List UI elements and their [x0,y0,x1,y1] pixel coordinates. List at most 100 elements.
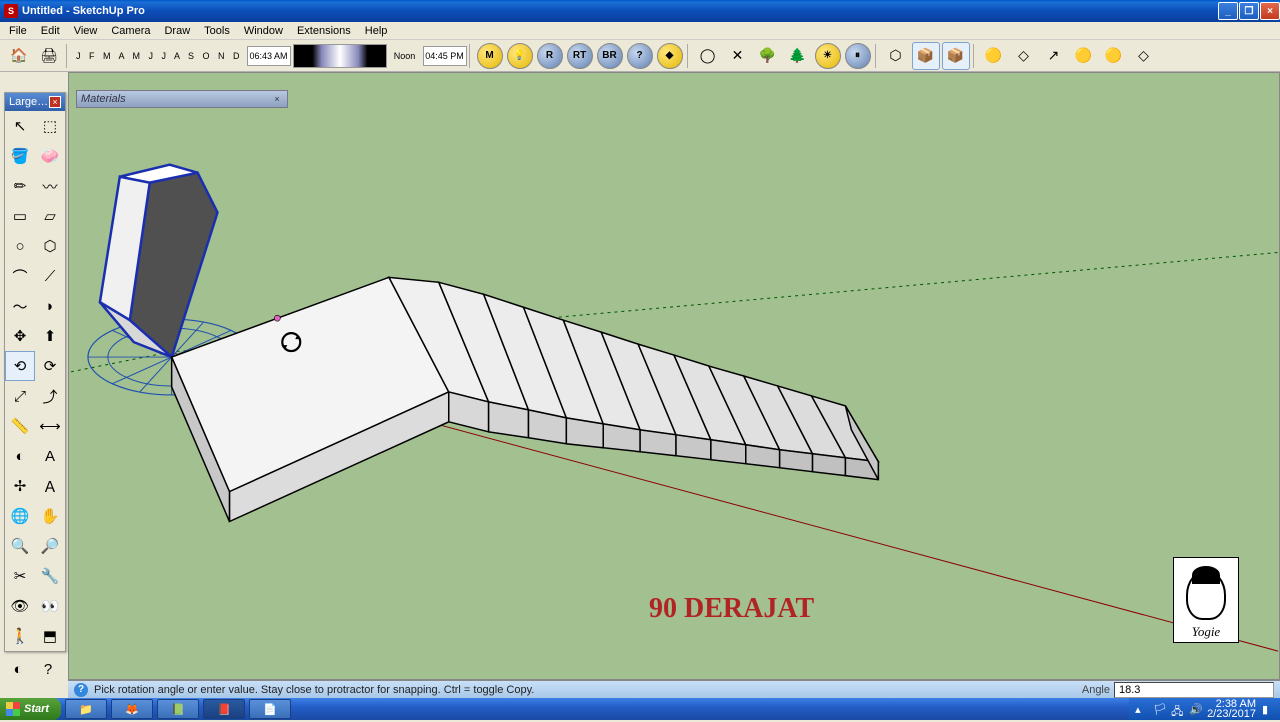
menu-camera[interactable]: Camera [104,23,157,39]
dimension-tool[interactable]: ⟷ [35,411,65,441]
task-app1[interactable]: 📗 [157,699,199,719]
face-style-button-1[interactable]: 📦 [912,42,940,70]
face-style-button-2[interactable]: 📦 [942,42,970,70]
model-canvas[interactable] [69,73,1279,679]
vcb-value: 18.3 [1119,684,1140,696]
pause-button[interactable]: ⏸ [845,43,871,69]
materials-close-icon[interactable]: × [271,93,283,105]
menu-draw[interactable]: Draw [157,23,197,39]
task-explorer[interactable]: 📁 [65,699,107,719]
zoom-tool[interactable]: 🔍 [5,531,35,561]
style-btn-4[interactable]: 🟡 [1070,42,1098,70]
rectangle-tool[interactable]: ▭ [5,201,35,231]
rotate-tool[interactable]: ⟲ [5,351,35,381]
select-tool[interactable]: ↖ [5,111,35,141]
zoomwin-tool[interactable]: 🔎 [35,531,65,561]
round-btn-light[interactable]: 💡 [507,43,533,69]
orbit-tool[interactable]: 🌐 [5,501,35,531]
globe-button[interactable]: ◯ [694,42,722,70]
text-tool[interactable]: A [35,441,65,471]
menu-window[interactable]: Window [237,23,290,39]
arc-tool[interactable]: ⌒ [5,261,35,291]
extra-icon-1[interactable]: ◐ [4,660,32,678]
tray-showdesktop[interactable]: ▮ [1262,703,1274,715]
zoomprev-tool[interactable]: ✂ [5,561,35,591]
pushpull-tool[interactable]: ⬆ [35,321,65,351]
eraser-tool[interactable]: 🧼 [35,141,65,171]
tray-network-icon[interactable]: 🖧 [1171,703,1183,715]
pan-tool[interactable]: ✋ [35,501,65,531]
shadow-time-slider[interactable] [293,44,387,68]
tray-volume-icon[interactable]: 🔊 [1189,703,1201,715]
line-tool[interactable]: ✏ [5,171,35,201]
materials-panel[interactable]: Materials × [76,90,288,108]
rotated-rect-tool[interactable]: ▱ [35,201,65,231]
menu-help[interactable]: Help [358,23,395,39]
menu-view[interactable]: View [67,23,105,39]
zoomext-tool[interactable]: 🔧 [35,561,65,591]
tape-tool[interactable]: 📏 [5,411,35,441]
protractor-tool[interactable]: ◐ [5,441,35,471]
tray-flag-icon[interactable]: 🏳 [1153,703,1165,715]
walk-tool[interactable]: 🚶 [5,621,35,651]
minimize-button[interactable]: _ [1218,2,1238,20]
style-btn-6[interactable]: ◇ [1130,42,1158,70]
component-tool[interactable]: ⬚ [35,111,65,141]
round-btn-rt[interactable]: RT [567,43,593,69]
scale-tool[interactable]: ⤢ [5,381,35,411]
offset-tool[interactable]: ⤴ [35,381,65,411]
large-toolset-panel[interactable]: Large T… × ↖ ⬚ 🪣 🧼 ✏ 〰 ▭ ▱ ○ ⬡ ⌒ ⟋ 〜 ◗ ✥… [4,92,66,652]
layers-button[interactable]: ✕ [724,42,752,70]
round-btn-r[interactable]: R [537,43,563,69]
style-btn-2[interactable]: ◇ [1010,42,1038,70]
task-app2[interactable]: 📄 [249,699,291,719]
pie-tool[interactable]: ◗ [35,291,65,321]
system-tray[interactable]: ▴ 🏳 🖧 🔊 2:38 AM 2/23/2017 ▮ [1129,698,1280,720]
style-btn-1[interactable]: 🟡 [980,42,1008,70]
axes-tool[interactable]: ✢ [5,471,35,501]
freehand-tool[interactable]: 〰 [35,171,65,201]
print-button[interactable]: 🖨 [35,42,63,70]
round-btn-help[interactable]: ? [627,43,653,69]
shadow-months[interactable]: J F M A M J J A S O N D [72,51,247,61]
tree-button-2[interactable]: 🌲 [784,42,812,70]
tray-chevron-icon[interactable]: ▴ [1135,703,1147,715]
iso-button[interactable]: ⬡ [882,42,910,70]
menu-extensions[interactable]: Extensions [290,23,358,39]
task-firefox[interactable]: 🦊 [111,699,153,719]
model-info-button[interactable]: 🏠 [5,42,33,70]
circle-tool[interactable]: ○ [5,231,35,261]
start-button[interactable]: Start [0,698,61,720]
menu-file[interactable]: File [2,23,34,39]
lookaround-tool[interactable]: 👀 [35,591,65,621]
close-button[interactable]: × [1260,2,1280,20]
tray-clock[interactable]: 2:38 AM 2/23/2017 [1207,699,1256,719]
menu-tools[interactable]: Tools [197,23,237,39]
menu-edit[interactable]: Edit [34,23,67,39]
style-btn-5[interactable]: 🟡 [1100,42,1128,70]
paint-tool[interactable]: 🪣 [5,141,35,171]
move-tool[interactable]: ✥ [5,321,35,351]
sun-button[interactable]: ☀ [815,43,841,69]
tree-button-1[interactable]: 🌳 [754,42,782,70]
maximize-button[interactable]: ❐ [1239,2,1259,20]
style-btn-3[interactable]: ↗ [1040,42,1068,70]
section-tool[interactable]: ⬒ [35,621,65,651]
round-btn-br[interactable]: BR [597,43,623,69]
windows-logo-icon [6,702,20,716]
toolpanel-close-icon[interactable]: × [49,96,61,108]
app-icon: S [4,4,18,18]
polygon-tool[interactable]: ⬡ [35,231,65,261]
viewport[interactable]: 90 DERAJAT Yogie [68,72,1280,680]
round-btn-m[interactable]: M [477,43,503,69]
3pt-arc-tool[interactable]: 〜 [5,291,35,321]
followme-tool[interactable]: ⟳ [35,351,65,381]
position-camera-tool[interactable]: 👁 [5,591,35,621]
vcb-input[interactable]: 18.3 [1114,682,1274,698]
toolpanel-titlebar[interactable]: Large T… × [5,93,65,111]
round-btn-tag[interactable]: ◆ [657,43,683,69]
task-sketchup[interactable]: 📕 [203,699,245,719]
extra-icon-2[interactable]: ? [34,660,62,678]
2pt-arc-tool[interactable]: ⟋ [35,261,65,291]
3dtext-tool[interactable]: Ａ [35,471,65,501]
